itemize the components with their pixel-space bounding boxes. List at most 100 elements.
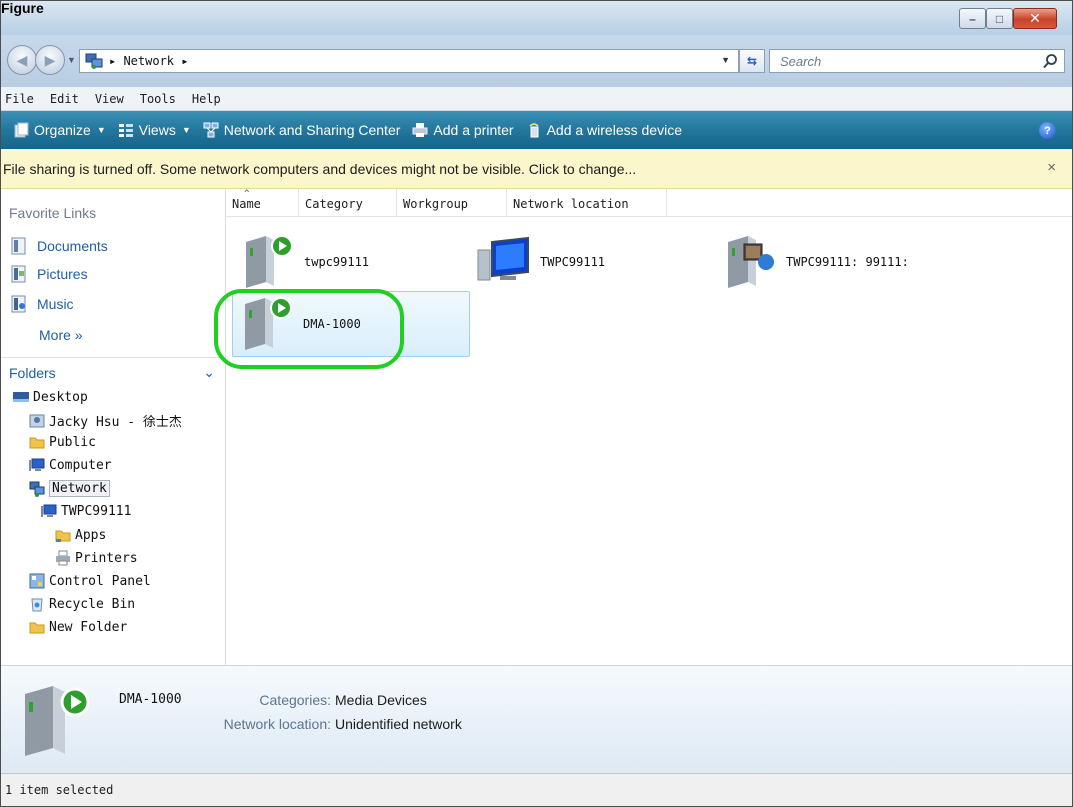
tree-item-computer[interactable]: Computer bbox=[29, 457, 112, 473]
tree-label: Network bbox=[49, 480, 110, 497]
tree-label: TWPC99111 bbox=[61, 503, 132, 519]
wireless-device-icon bbox=[526, 122, 542, 138]
menu-edit[interactable]: Edit bbox=[42, 92, 87, 106]
organize-dropdown-icon: ▼ bbox=[96, 125, 106, 135]
minimize-button[interactable]: – bbox=[959, 8, 986, 29]
folders-title: Folders bbox=[9, 364, 56, 381]
menu-help[interactable]: Help bbox=[184, 92, 229, 106]
refresh-icon: ⇆ bbox=[746, 54, 758, 68]
maximize-button[interactable]: □ bbox=[986, 8, 1013, 29]
infobar-message: File sharing is turned off. Some network… bbox=[3, 160, 637, 177]
column-network-location[interactable]: Network location bbox=[507, 189, 667, 217]
add-printer-label: Add a printer bbox=[433, 122, 514, 138]
refresh-button[interactable]: ⇆ bbox=[739, 49, 765, 73]
status-text: 1 item selected bbox=[5, 783, 114, 797]
tree-label: Computer bbox=[49, 457, 112, 473]
tree-item-apps[interactable]: Apps bbox=[55, 527, 106, 543]
favorite-pictures[interactable]: Pictures bbox=[11, 265, 88, 283]
chevron-down-icon[interactable]: ⌄ bbox=[203, 364, 215, 381]
views-button[interactable]: Views ▼ bbox=[118, 122, 191, 138]
search-icon[interactable] bbox=[1042, 53, 1058, 72]
explorer-window: Figure – □ ✕ ◀ ▶ ▼ ▸ Network ▸ ▼ ⇆ Searc… bbox=[0, 0, 1073, 807]
menu-file[interactable]: File bbox=[1, 92, 42, 106]
favorite-documents-label: Documents bbox=[37, 238, 108, 254]
figure-label: Figure bbox=[1, 0, 44, 16]
favorite-documents[interactable]: Documents bbox=[11, 237, 108, 255]
file-sharing-infobar[interactable]: File sharing is turned off. Some network… bbox=[1, 149, 1072, 189]
sort-ascending-icon: ^ bbox=[244, 189, 250, 199]
address-dropdown-icon[interactable]: ▼ bbox=[721, 55, 730, 65]
add-wireless-device-button[interactable]: Add a wireless device bbox=[526, 122, 682, 138]
tree-item-recycle-bin[interactable]: Recycle Bin bbox=[29, 596, 135, 612]
views-dropdown-icon: ▼ bbox=[181, 125, 191, 135]
tree-label: Jacky Hsu - 徐士杰 bbox=[49, 415, 182, 430]
folders-header[interactable]: Folders ⌄ bbox=[1, 357, 225, 387]
desktop-icon bbox=[13, 389, 29, 405]
network-item-twpc99111-computer[interactable]: TWPC99111 bbox=[476, 231, 696, 293]
details-location-value: Unidentified network bbox=[335, 716, 462, 732]
tree-item-desktop[interactable]: Desktop bbox=[13, 389, 88, 405]
close-icon: ✕ bbox=[1029, 10, 1041, 26]
computer-icon bbox=[476, 232, 532, 292]
help-icon[interactable]: ? bbox=[1039, 122, 1056, 139]
tree-item-public[interactable]: Public bbox=[29, 434, 96, 450]
menu-view[interactable]: View bbox=[87, 92, 132, 106]
media-device-icon bbox=[240, 232, 296, 292]
infobar-close-icon[interactable]: × bbox=[1047, 159, 1056, 176]
add-printer-button[interactable]: Add a printer bbox=[412, 122, 514, 138]
network-item-label: TWPC99111 bbox=[540, 255, 606, 269]
tree-item-control-panel[interactable]: Control Panel bbox=[29, 573, 151, 589]
favorite-music[interactable]: Music bbox=[11, 295, 74, 313]
forward-button[interactable]: ▶ bbox=[35, 45, 65, 75]
status-bar: 1 item selected bbox=[1, 773, 1072, 806]
pictures-icon bbox=[11, 265, 27, 283]
media-device-icon bbox=[15, 678, 93, 762]
views-label: Views bbox=[138, 122, 176, 138]
close-button[interactable]: ✕ bbox=[1013, 8, 1057, 29]
column-workgroup[interactable]: Workgroup bbox=[397, 189, 507, 217]
menu-tools[interactable]: Tools bbox=[132, 92, 184, 106]
tree-item-network[interactable]: Network bbox=[29, 480, 110, 497]
documents-icon bbox=[11, 237, 27, 255]
tree-item-printers[interactable]: Printers bbox=[55, 550, 138, 566]
network-sharing-center-button[interactable]: Network and Sharing Center bbox=[203, 122, 400, 138]
music-icon bbox=[11, 295, 27, 313]
tree-label: New Folder bbox=[49, 619, 128, 635]
shared-folder-icon bbox=[55, 527, 71, 543]
title-bar: Figure – □ ✕ bbox=[1, 1, 1072, 35]
printer-icon bbox=[412, 122, 428, 138]
column-headers: ^ Name Category Workgroup Network locati… bbox=[226, 189, 1072, 217]
address-bar[interactable]: ▸ Network ▸ ▼ bbox=[79, 49, 739, 73]
tree-item-new-folder[interactable]: New Folder bbox=[29, 619, 127, 635]
more-favorites-link[interactable]: More » bbox=[39, 327, 83, 343]
column-name[interactable]: ^ Name bbox=[226, 189, 299, 217]
back-arrow-icon: ◀ bbox=[16, 51, 28, 68]
organize-label: Organize bbox=[34, 122, 91, 138]
address-row: ◀ ▶ ▼ ▸ Network ▸ ▼ ⇆ Search bbox=[1, 35, 1072, 87]
organize-icon bbox=[13, 122, 29, 138]
details-categories-key: Categories: bbox=[259, 692, 331, 708]
organize-button[interactable]: Organize ▼ bbox=[13, 122, 106, 138]
column-network-location-label: Network location bbox=[513, 197, 629, 211]
folder-icon bbox=[29, 619, 45, 635]
navigation-pane: Favorite Links Documents Pictures Music … bbox=[1, 189, 226, 665]
tree-label: Recycle Bin bbox=[49, 596, 136, 612]
control-panel-icon bbox=[29, 573, 45, 589]
search-placeholder: Search bbox=[780, 53, 822, 69]
network-icon bbox=[29, 481, 45, 497]
tree-label: Public bbox=[49, 434, 96, 450]
favorite-links-title: Favorite Links bbox=[9, 205, 97, 221]
network-item-media-server[interactable]: TWPC99111: 99111: bbox=[722, 231, 982, 293]
recent-pages-dropdown-icon[interactable]: ▼ bbox=[67, 55, 76, 65]
column-category-label: Category bbox=[305, 197, 363, 211]
details-categories-value: Media Devices bbox=[335, 692, 427, 708]
network-item-twpc99111-media[interactable]: twpc99111 bbox=[240, 231, 460, 293]
network-center-icon bbox=[203, 122, 219, 138]
folder-icon bbox=[29, 434, 45, 450]
column-category[interactable]: Category bbox=[299, 189, 397, 217]
tree-item-user-folder[interactable]: Jacky Hsu - 徐士杰 bbox=[29, 411, 182, 430]
search-input[interactable]: Search bbox=[769, 49, 1065, 73]
tree-item-twpc99111[interactable]: TWPC99111 bbox=[41, 503, 131, 519]
selection-highlight-ring bbox=[214, 289, 404, 369]
back-button[interactable]: ◀ bbox=[7, 45, 37, 75]
